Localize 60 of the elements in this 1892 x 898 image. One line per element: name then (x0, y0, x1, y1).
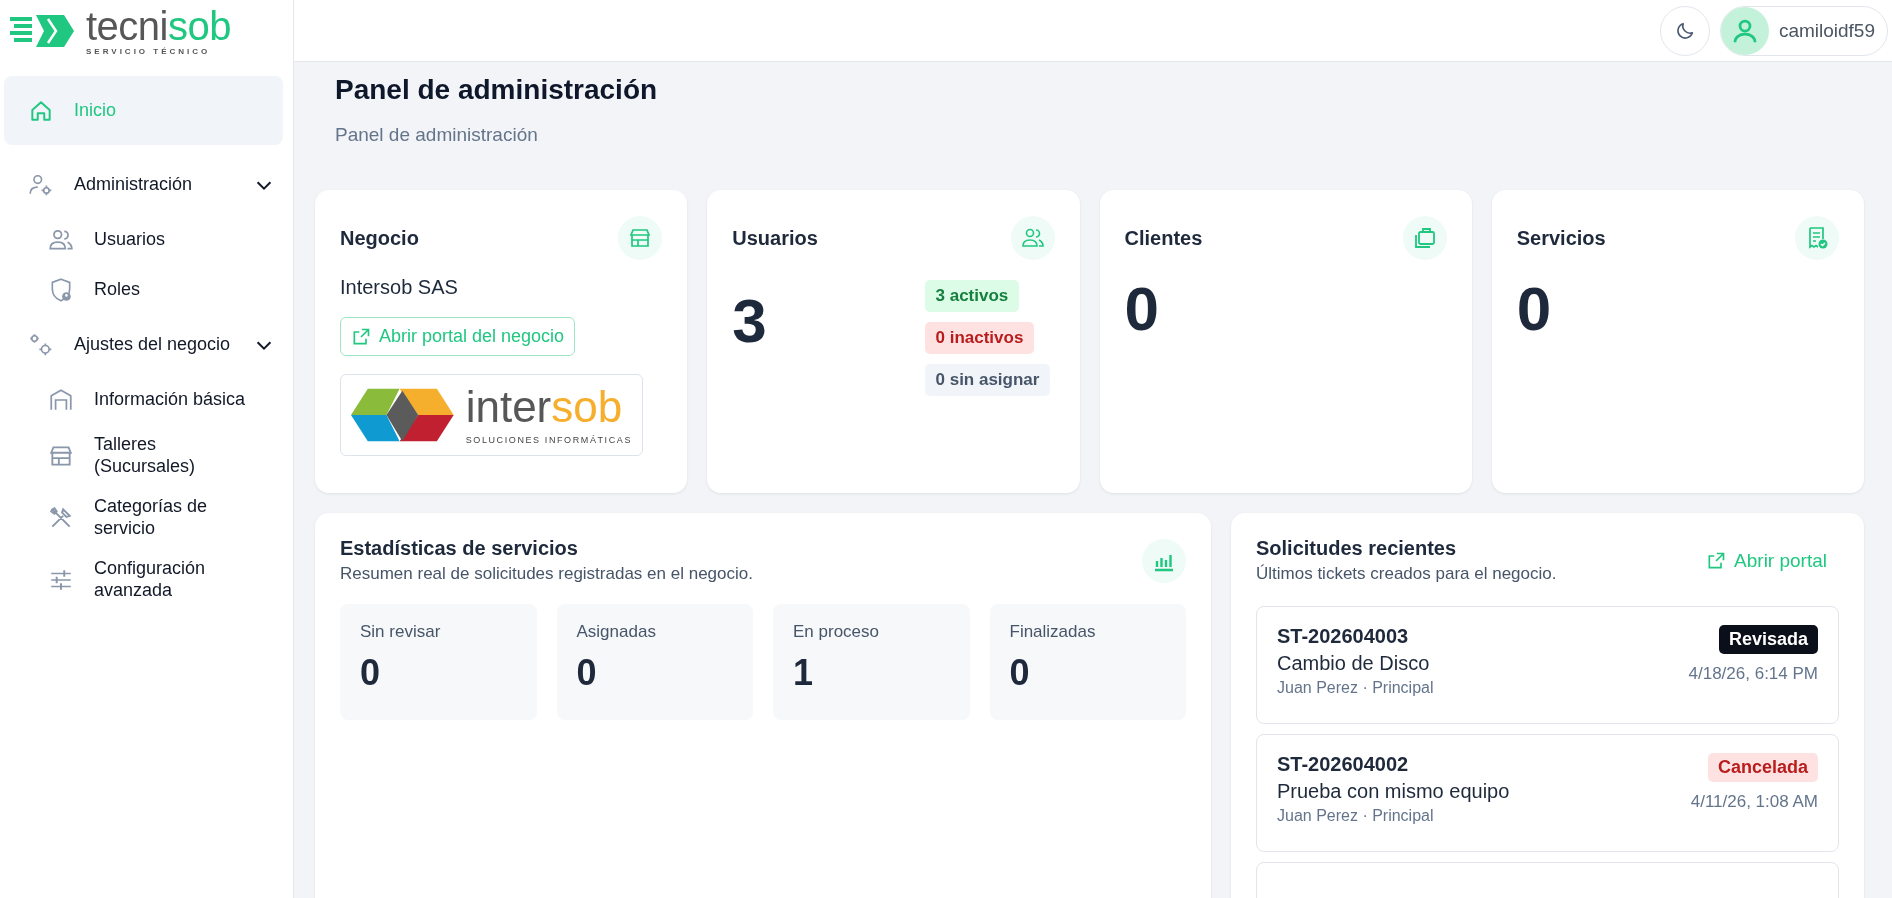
status-badge: 0 sin asignar (924, 364, 1051, 396)
card-title: Servicios (1516, 226, 1606, 250)
sliders-icon (48, 567, 74, 593)
storefront-icon (628, 226, 653, 250)
page-subtitle: Panel de administración (335, 124, 539, 146)
panel-title: Estadísticas de servicios (340, 537, 579, 560)
brand-name: tecnisob (86, 6, 231, 46)
user-gear-icon (28, 172, 54, 198)
tile-value: 0 (360, 652, 382, 694)
status-badge: 3 activos (924, 280, 1020, 312)
stat-value: 0 (1124, 278, 1160, 340)
ticket-code: ST-202604003 (1277, 625, 1410, 648)
sidebar-item[interactable]: Administración (4, 155, 283, 215)
ticket-date: 4/18/26, 6:14 PM (1688, 664, 1818, 684)
business-name: Intersob SAS (340, 276, 459, 299)
users-icon (1020, 226, 1045, 250)
sidebar-item[interactable]: Talleres (Sucursales) (4, 425, 283, 487)
sidebar-item[interactable]: Información básica (4, 375, 283, 425)
ticket-meta: Juan Perez · Principal (1277, 679, 1434, 697)
tile-label: Asignadas (576, 622, 657, 642)
users-icon (48, 227, 74, 253)
status-badge: Revisada (1718, 625, 1818, 654)
sidebar-item[interactable]: Usuarios (4, 215, 283, 265)
warehouse-icon (48, 387, 74, 413)
ticket-subject: Prueba con mismo equipo (1277, 780, 1510, 803)
tile-label: En proceso (793, 622, 880, 642)
ticket-subject: Cambio de Disco (1277, 652, 1431, 675)
sidebar-item[interactable]: Categorías de servicio (4, 487, 283, 549)
card-title: Negocio (340, 226, 419, 250)
ticket-card[interactable]: ST-202604002 Prueba con mismo equipo Juan Perez · Principal Cancelada 4/11/26, 1:08 AM (1256, 734, 1839, 852)
sidebar-item[interactable]: Roles (4, 265, 283, 315)
tile-value: 0 (1009, 652, 1031, 694)
ticket-code: ST-202604002 (1277, 753, 1410, 776)
status-badge: Cancelada (1707, 753, 1818, 782)
storefront-icon (48, 443, 74, 469)
card-title: Clientes (1124, 226, 1203, 250)
tile-value: 0 (576, 652, 598, 694)
ticket-date: 4/11/26, 1:08 AM (1690, 792, 1818, 812)
card-title: Usuarios (732, 226, 818, 250)
status-badge: 0 inactivos (924, 322, 1035, 354)
briefcase-icon (1412, 226, 1437, 250)
logo-wordmark: intersob (465, 385, 624, 429)
ticket-meta: Juan Perez · Principal (1277, 807, 1435, 825)
stat-value: 0 (1516, 278, 1553, 340)
panel-title: Solicitudes recientes (1256, 537, 1458, 560)
panel-subtitle: Últimos tickets creados para el negocio. (1256, 564, 1557, 584)
panel-subtitle: Resumen real de solicitudes registradas en el negocio. (340, 564, 753, 584)
ticket-card[interactable]: ST-202604003 Cambio de Disco Juan Perez · Principal Revisada 4/18/26, 6:14 PM (1256, 606, 1839, 724)
page-title: Panel de administración (335, 74, 659, 106)
sidebar-item[interactable]: Ajustes del negocio (4, 315, 283, 375)
brand-tagline: SERVICIO TÉCNICO (86, 47, 212, 56)
stat-value: 3 (732, 290, 767, 357)
tile-value: 1 (793, 652, 815, 694)
logo-tagline: SOLUCIONES INFORMÁTICAS (465, 435, 632, 445)
tile-label: Finalizadas (1009, 622, 1097, 642)
sidebar-item[interactable]: Configuración avanzada (4, 549, 283, 611)
external-link-icon (351, 326, 371, 347)
user-menu-button[interactable]: camiloidf59 (1719, 5, 1888, 56)
tile-label: Sin revisar (360, 622, 442, 642)
external-link-icon (1706, 550, 1727, 571)
